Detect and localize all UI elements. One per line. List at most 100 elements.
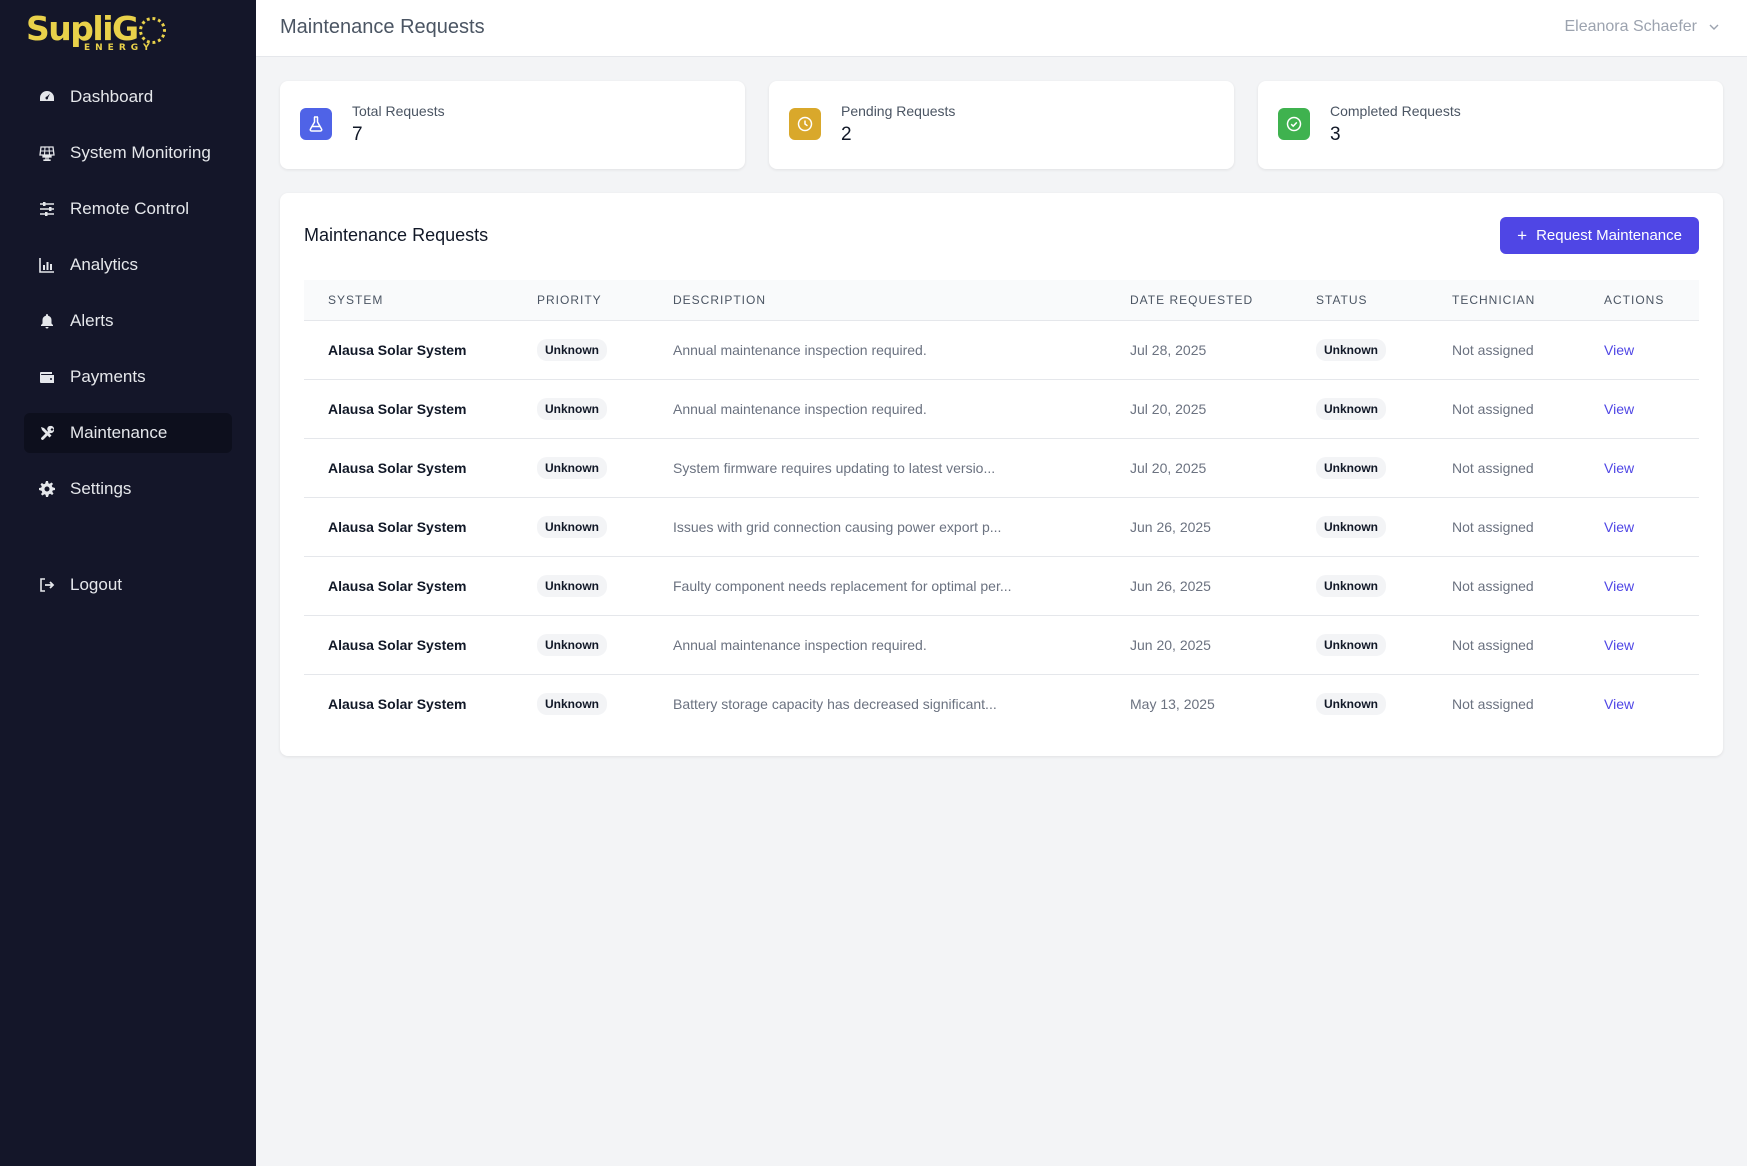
cell-technician: Not assigned [1452, 341, 1534, 358]
sidebar-item-alerts[interactable]: Alerts [24, 301, 232, 341]
user-menu[interactable]: Eleanora Schaefer [1564, 18, 1721, 36]
cell-actions: View [1580, 438, 1699, 497]
view-link[interactable]: View [1604, 637, 1634, 653]
stat-card-total: Total Requests 7 [280, 81, 745, 169]
cell-description: Annual maintenance inspection required. [673, 636, 927, 653]
table-row[interactable]: Alausa Solar System Unknown Faulty compo… [304, 556, 1699, 615]
request-maintenance-button[interactable]: + Request Maintenance [1500, 217, 1699, 254]
chart-bar-icon [38, 256, 56, 274]
cell-technician: Not assigned [1452, 459, 1534, 476]
cell-system: Alausa Solar System [328, 636, 467, 653]
priority-badge: Unknown [537, 397, 607, 420]
cell-priority: Unknown [513, 379, 649, 438]
view-link[interactable]: View [1604, 696, 1634, 712]
cell-description: Issues with grid connection causing powe… [673, 518, 1002, 535]
cell-date-requested: Jun 20, 2025 [1130, 636, 1211, 653]
sidebar: SupliG ENERGY Dashboard System Monitorin… [0, 0, 256, 1166]
top-header: Maintenance Requests Eleanora Schaefer [256, 0, 1747, 57]
logout-button[interactable]: Logout [24, 565, 232, 605]
priority-badge: Unknown [537, 456, 607, 479]
cell-actions: View [1580, 674, 1699, 733]
cell-status: Unknown [1292, 320, 1428, 379]
cell-system: Alausa Solar System [328, 577, 467, 594]
cell-priority: Unknown [513, 497, 649, 556]
column-header-status[interactable]: STATUS [1292, 280, 1428, 320]
table-row[interactable]: Alausa Solar System Unknown Annual maint… [304, 615, 1699, 674]
table-row[interactable]: Alausa Solar System Unknown System firmw… [304, 438, 1699, 497]
column-header-description[interactable]: DESCRIPTION [649, 280, 1106, 320]
cell-technician: Not assigned [1452, 518, 1534, 535]
cell-status: Unknown [1292, 379, 1428, 438]
view-link[interactable]: View [1604, 519, 1634, 535]
stat-value: 7 [352, 124, 363, 145]
gear-icon [38, 480, 56, 498]
cell-actions: View [1580, 556, 1699, 615]
column-header-date-requested[interactable]: DATE REQUESTED [1106, 280, 1292, 320]
status-badge: Unknown [1316, 397, 1386, 420]
cell-actions: View [1580, 379, 1699, 438]
cell-system: Alausa Solar System [328, 518, 467, 535]
cell-priority: Unknown [513, 438, 649, 497]
cell-status: Unknown [1292, 438, 1428, 497]
maintenance-panel: Maintenance Requests + Request Maintenan… [280, 193, 1723, 756]
sidebar-item-remote-control[interactable]: Remote Control [24, 189, 232, 229]
cell-status: Unknown [1292, 556, 1428, 615]
user-name: Eleanora Schaefer [1564, 18, 1697, 35]
status-badge: Unknown [1316, 456, 1386, 479]
cell-description: Faulty component needs replacement for o… [673, 577, 1012, 594]
cell-technician: Not assigned [1452, 695, 1534, 712]
cell-description: Annual maintenance inspection required. [673, 400, 927, 417]
sidebar-item-label: Alerts [70, 311, 114, 330]
view-link[interactable]: View [1604, 401, 1634, 417]
priority-badge: Unknown [537, 515, 607, 538]
status-badge: Unknown [1316, 574, 1386, 597]
priority-badge: Unknown [537, 574, 607, 597]
sidebar-item-label: Analytics [70, 255, 139, 274]
cell-date-requested: Jul 28, 2025 [1130, 341, 1207, 358]
sidebar-item-analytics[interactable]: Analytics [24, 245, 232, 285]
stat-label: Total Requests [352, 103, 445, 119]
table-row[interactable]: Alausa Solar System Unknown Annual maint… [304, 379, 1699, 438]
clock-icon [789, 108, 821, 140]
priority-badge: Unknown [537, 692, 607, 715]
cell-status: Unknown [1292, 674, 1428, 733]
cell-date-requested: Jul 20, 2025 [1130, 400, 1207, 417]
cell-system: Alausa Solar System [328, 341, 467, 358]
sidebar-item-label: Payments [70, 367, 146, 386]
status-badge: Unknown [1316, 633, 1386, 656]
priority-badge: Unknown [537, 633, 607, 656]
wallet-icon [38, 368, 56, 386]
logout-icon [38, 576, 56, 594]
view-link[interactable]: View [1604, 342, 1634, 358]
brand-name: SupliG [26, 9, 139, 48]
sidebar-item-system-monitoring[interactable]: System Monitoring [24, 133, 232, 173]
cell-description: Annual maintenance inspection required. [673, 341, 927, 358]
column-header-technician[interactable]: TECHNICIAN [1428, 280, 1580, 320]
cell-system: Alausa Solar System [328, 400, 467, 417]
cell-date-requested: Jul 20, 2025 [1130, 459, 1207, 476]
sidebar-item-settings[interactable]: Settings [24, 469, 232, 509]
gauge-icon [38, 88, 56, 106]
cell-system: Alausa Solar System [328, 459, 467, 476]
view-link[interactable]: View [1604, 460, 1634, 476]
sidebar-item-dashboard[interactable]: Dashboard [24, 77, 232, 117]
sidebar-item-maintenance[interactable]: Maintenance [24, 413, 232, 453]
column-header-system[interactable]: SYSTEM [304, 280, 513, 320]
sidebar-item-payments[interactable]: Payments [24, 357, 232, 397]
cell-priority: Unknown [513, 674, 649, 733]
maintenance-table: SYSTEM PRIORITY DESCRIPTION DATE REQUEST… [304, 280, 1699, 733]
brand-logo[interactable]: SupliG ENERGY [26, 12, 166, 54]
cell-status: Unknown [1292, 497, 1428, 556]
sun-icon [138, 16, 166, 44]
plus-icon: + [1517, 226, 1528, 245]
stat-value: 2 [841, 124, 852, 145]
check-circle-icon [1278, 108, 1310, 140]
cell-date-requested: May 13, 2025 [1130, 695, 1215, 712]
table-row[interactable]: Alausa Solar System Unknown Annual maint… [304, 320, 1699, 379]
column-header-priority[interactable]: PRIORITY [513, 280, 649, 320]
cell-technician: Not assigned [1452, 636, 1534, 653]
table-row[interactable]: Alausa Solar System Unknown Battery stor… [304, 674, 1699, 733]
cell-technician: Not assigned [1452, 400, 1534, 417]
table-row[interactable]: Alausa Solar System Unknown Issues with … [304, 497, 1699, 556]
view-link[interactable]: View [1604, 578, 1634, 594]
